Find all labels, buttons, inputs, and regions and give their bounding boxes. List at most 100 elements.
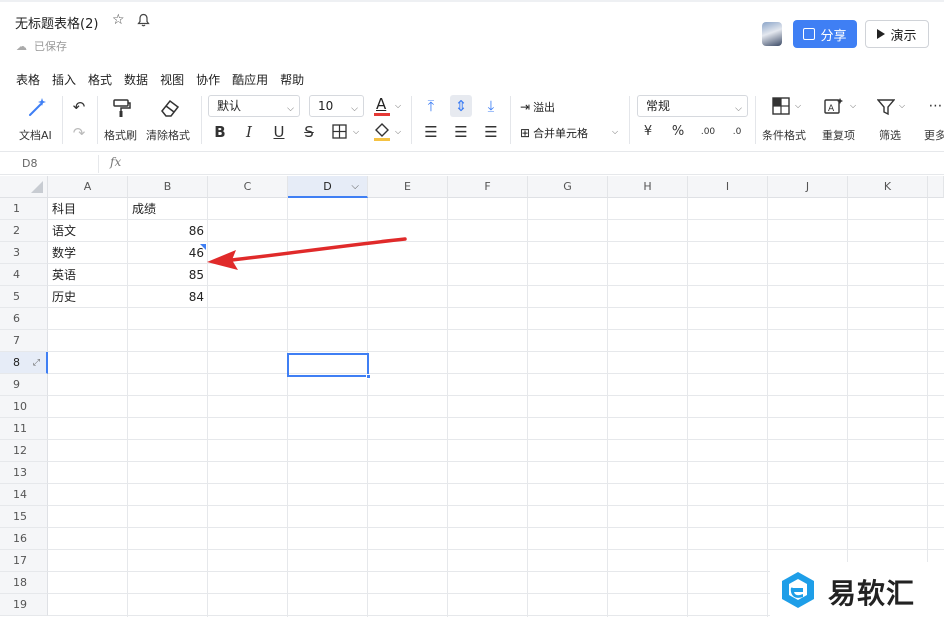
column-header-a[interactable]: A (48, 176, 128, 198)
column-header-c[interactable]: C (208, 176, 288, 198)
column-header-h[interactable]: H (608, 176, 688, 198)
clear-format-label[interactable]: 清除格式 (146, 127, 190, 143)
align-top-icon[interactable]: ⤒ (420, 95, 442, 117)
strikethrough-icon[interactable]: S (298, 121, 320, 143)
duplicates-label[interactable]: 重复项 (822, 127, 855, 143)
row-header-8[interactable]: 8 ⤢ (0, 352, 48, 374)
conditional-format-label[interactable]: 条件格式 (762, 127, 806, 143)
share-button[interactable]: 分享 (793, 20, 857, 48)
menu-item-collab[interactable]: 协作 (196, 71, 220, 87)
cell-b4[interactable]: 85 (128, 264, 208, 286)
row-header-16[interactable]: 16 (0, 528, 48, 550)
format-painter-icon[interactable] (111, 97, 133, 119)
chevron-down-icon[interactable]: ⌵ (850, 101, 856, 111)
chevron-down-icon[interactable]: ⌵ (353, 127, 359, 137)
conditional-format-icon[interactable] (772, 97, 790, 115)
more-label[interactable]: 更多 (924, 127, 944, 143)
row-header-1[interactable]: 1 (0, 198, 48, 220)
duplicates-icon[interactable]: A (824, 97, 846, 115)
expand-row-icon[interactable]: ⤢ (33, 352, 40, 374)
merge-cells-button[interactable]: ⊞ 合并单元格 (520, 124, 588, 142)
more-icon[interactable]: ⋯ (925, 95, 944, 117)
row-header-13[interactable]: 13 (0, 462, 48, 484)
row-header-5[interactable]: 5 (0, 286, 48, 308)
menu-item-apps[interactable]: 酷应用 (232, 71, 268, 87)
cell-a5[interactable]: 历史 (48, 286, 128, 308)
menu-item-data[interactable]: 数据 (124, 71, 148, 87)
menu-item-view[interactable]: 视图 (160, 71, 184, 87)
column-header-b[interactable]: B (128, 176, 208, 198)
cell-reference[interactable]: D8 (22, 157, 37, 170)
filter-label[interactable]: 筛选 (879, 127, 901, 143)
menu-item-table[interactable]: 表格 (16, 71, 40, 87)
font-color-button[interactable]: A (373, 95, 391, 117)
filter-icon[interactable] (877, 98, 895, 116)
redo-icon[interactable]: ↷ (68, 122, 90, 144)
avatar[interactable] (762, 22, 782, 46)
ai-label[interactable]: 文档AI (19, 127, 52, 143)
row-header-4[interactable]: 4 (0, 264, 48, 286)
spreadsheet-grid[interactable]: A B C D ⌵ E F G H I J K 1 2 3 4 5 6 7 8 ⤢ 9 10 11 12 13 14 15 16 17 18… (0, 176, 944, 617)
align-right-icon[interactable]: ☰ (480, 121, 502, 143)
underline-icon[interactable]: U (268, 121, 290, 143)
fill-handle[interactable] (366, 374, 371, 379)
column-header-f[interactable]: F (448, 176, 528, 198)
chevron-down-icon[interactable]: ⌵ (899, 101, 905, 111)
column-header-g[interactable]: G (528, 176, 608, 198)
cell-b3[interactable]: 46 (128, 242, 208, 264)
border-icon[interactable] (332, 124, 347, 139)
row-header-2[interactable]: 2 (0, 220, 48, 242)
cell-b2[interactable]: 86 (128, 220, 208, 242)
column-header-e[interactable]: E (368, 176, 448, 198)
row-header-15[interactable]: 15 (0, 506, 48, 528)
align-middle-icon[interactable]: ⇕ (450, 95, 472, 117)
row-header-3[interactable]: 3 (0, 242, 48, 264)
chevron-down-icon[interactable]: ⌵ (395, 127, 401, 137)
percent-icon[interactable]: % (667, 121, 689, 143)
row-header-14[interactable]: 14 (0, 484, 48, 506)
row-header-19[interactable]: 19 (0, 594, 48, 616)
overflow-button[interactable]: ⇥ 溢出 (520, 98, 555, 116)
star-icon[interactable]: ☆ (112, 12, 125, 28)
bold-icon[interactable]: B (209, 121, 231, 143)
font-size-select[interactable]: 10 ⌵ (309, 95, 364, 117)
ai-wand-icon[interactable] (26, 96, 48, 118)
row-header-11[interactable]: 11 (0, 418, 48, 440)
document-title[interactable]: 无标题表格(2) (15, 13, 98, 32)
increase-decimal-icon[interactable]: .00 (697, 121, 719, 143)
chevron-down-icon[interactable]: ⌵ (612, 127, 618, 137)
column-header-d[interactable]: D ⌵ (288, 176, 368, 198)
row-header-7[interactable]: 7 (0, 330, 48, 352)
column-header-k[interactable]: K (848, 176, 928, 198)
currency-icon[interactable]: ¥ (637, 121, 659, 143)
align-center-icon[interactable]: ☰ (450, 121, 472, 143)
row-header-10[interactable]: 10 (0, 396, 48, 418)
eraser-icon[interactable] (159, 97, 181, 119)
cell-a3[interactable]: 数学 (48, 242, 128, 264)
select-all-corner[interactable] (0, 176, 48, 198)
chevron-down-icon[interactable]: ⌵ (795, 101, 801, 111)
number-format-select[interactable]: 常规 ⌵ (637, 95, 748, 117)
bell-icon[interactable] (137, 13, 150, 27)
undo-icon[interactable]: ↶ (68, 96, 90, 118)
menu-item-help[interactable]: 帮助 (280, 71, 304, 87)
selected-cell[interactable] (287, 353, 369, 377)
row-header-12[interactable]: 12 (0, 440, 48, 462)
cell-a1[interactable]: 科目 (48, 198, 128, 220)
cell-a2[interactable]: 语文 (48, 220, 128, 242)
chevron-down-icon[interactable]: ⌵ (351, 176, 359, 198)
row-header-17[interactable]: 17 (0, 550, 48, 572)
cell-b1[interactable]: 成绩 (128, 198, 208, 220)
font-name-select[interactable]: 默认 ⌵ (208, 95, 300, 117)
menu-item-format[interactable]: 格式 (88, 71, 112, 87)
align-left-icon[interactable]: ☰ (420, 121, 442, 143)
decrease-decimal-icon[interactable]: .0 (726, 121, 748, 143)
present-button[interactable]: 演示 (865, 20, 929, 48)
row-header-18[interactable]: 18 (0, 572, 48, 594)
row-header-9[interactable]: 9 (0, 374, 48, 396)
row-header-6[interactable]: 6 (0, 308, 48, 330)
format-painter-label[interactable]: 格式刷 (104, 127, 137, 143)
column-header-i[interactable]: I (688, 176, 768, 198)
fill-color-icon[interactable] (373, 122, 391, 142)
column-header-j[interactable]: J (768, 176, 848, 198)
